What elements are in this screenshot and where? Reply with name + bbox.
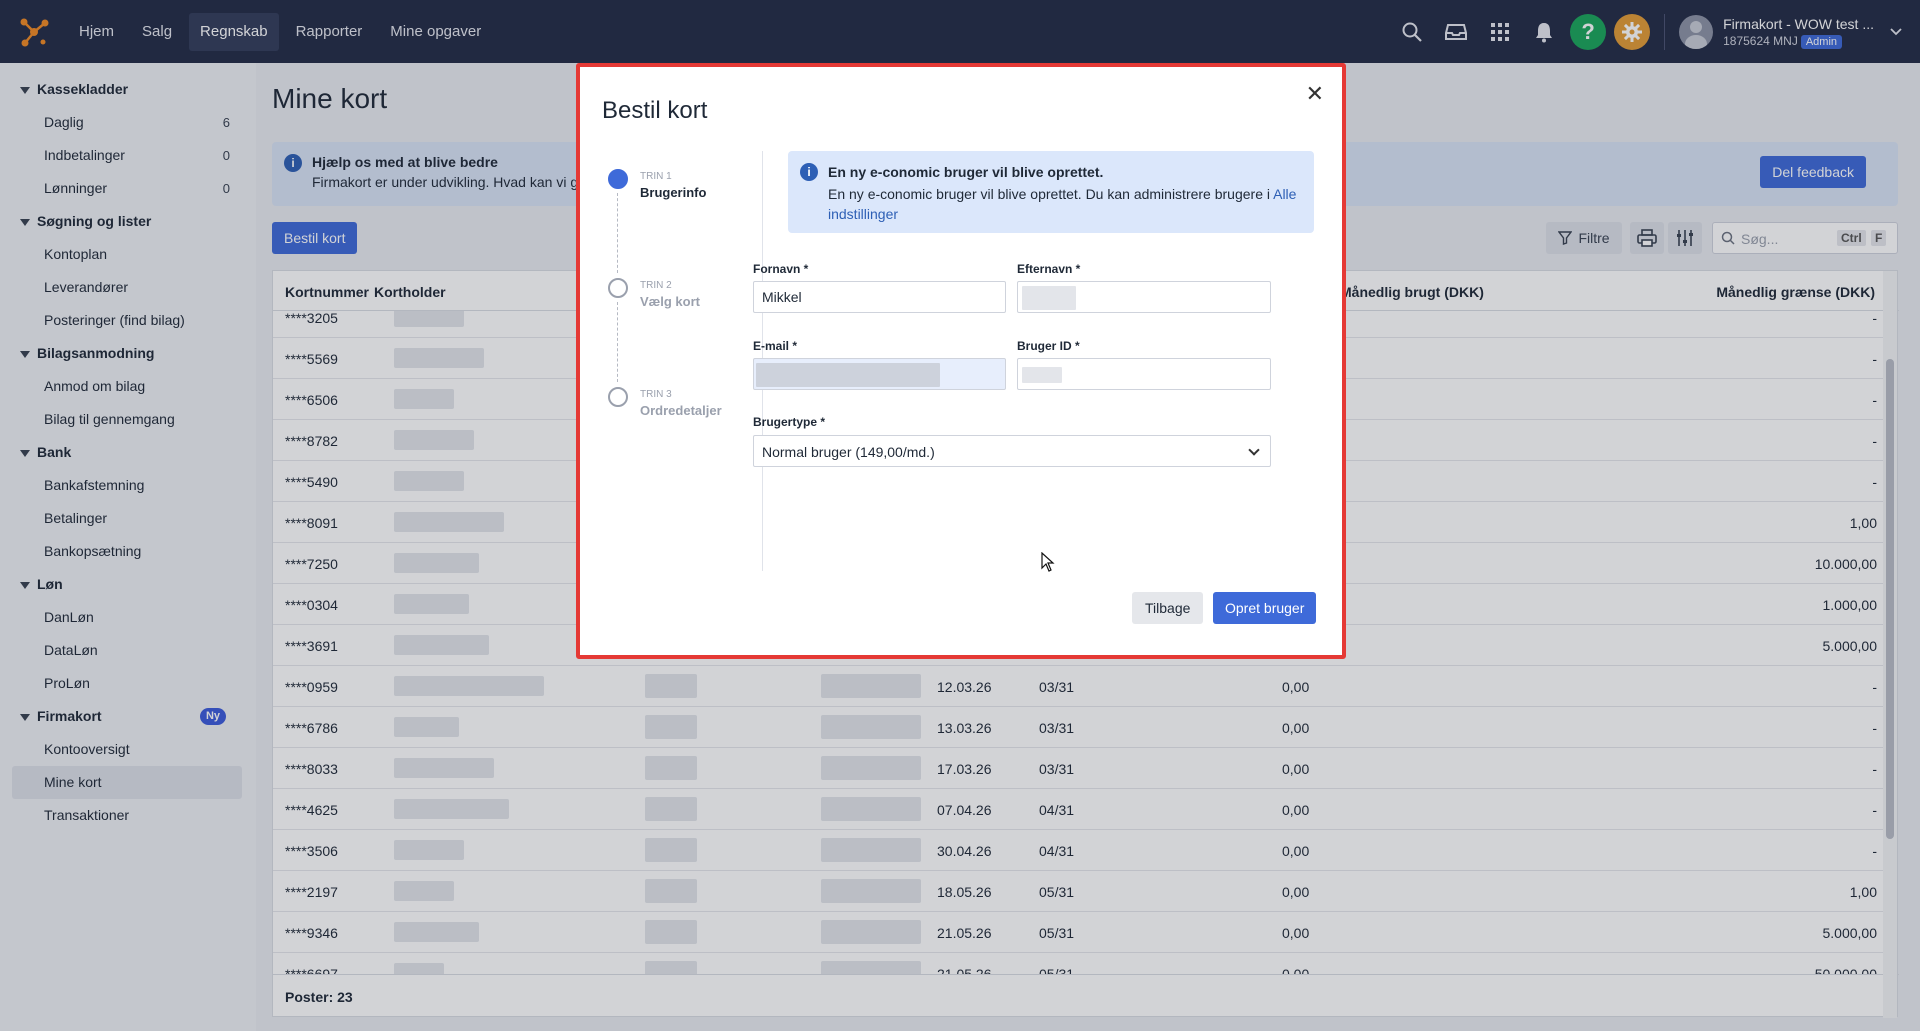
- last-name-label: Efternavn *: [1017, 262, 1081, 276]
- info-icon: i: [800, 163, 818, 181]
- back-button[interactable]: Tilbage: [1132, 592, 1204, 624]
- user-type-value: Normal bruger (149,00/md.): [762, 444, 935, 460]
- step-dot-current: [608, 169, 628, 189]
- step-kicker: TRIN 2: [640, 280, 672, 291]
- user-id-label: Bruger ID *: [1017, 339, 1080, 353]
- info-text: En ny e-conomic bruger vil blive oprette…: [828, 186, 1297, 222]
- last-name-field[interactable]: [1017, 281, 1271, 313]
- dialog-title: Bestil kort: [602, 97, 708, 124]
- first-name-field[interactable]: [753, 281, 1006, 313]
- email-field[interactable]: [753, 358, 1006, 390]
- step-dot: [608, 387, 628, 407]
- step-2: TRIN 2 Vælg kort: [608, 278, 748, 387]
- step-dot: [608, 278, 628, 298]
- step-label: Brugerinfo: [640, 185, 707, 200]
- chevron-down-icon: [1248, 444, 1260, 456]
- info-title: En ny e-conomic bruger vil blive oprette…: [828, 164, 1104, 180]
- redacted-value: [756, 363, 940, 387]
- redacted-value: [1022, 286, 1076, 310]
- step-kicker: TRIN 1: [640, 171, 672, 182]
- user-type-label: Brugertype *: [753, 415, 826, 429]
- first-name-label: Fornavn *: [753, 262, 809, 276]
- step-kicker: TRIN 3: [640, 389, 672, 400]
- user-type-select[interactable]: Normal bruger (149,00/md.): [753, 435, 1271, 467]
- create-user-button[interactable]: Opret bruger: [1213, 592, 1317, 624]
- order-card-dialog: Bestil kort ✕ TRIN 1 Brugerinfo TRIN 2 V…: [576, 63, 1346, 659]
- redacted-value: [1022, 367, 1062, 383]
- step-1: TRIN 1 Brugerinfo: [608, 169, 748, 278]
- mouse-cursor-icon: [1041, 551, 1055, 575]
- step-label: Ordredetaljer: [640, 403, 722, 418]
- user-id-field[interactable]: [1017, 358, 1271, 390]
- step-3: TRIN 3 Ordredetaljer: [608, 387, 748, 496]
- email-label: E-mail *: [753, 339, 798, 353]
- stepper: TRIN 1 Brugerinfo TRIN 2 Vælg kort TRIN …: [608, 169, 748, 496]
- close-icon[interactable]: ✕: [1306, 81, 1324, 107]
- step-label: Vælg kort: [640, 294, 700, 309]
- info-box: i En ny e-conomic bruger vil blive opret…: [788, 151, 1314, 233]
